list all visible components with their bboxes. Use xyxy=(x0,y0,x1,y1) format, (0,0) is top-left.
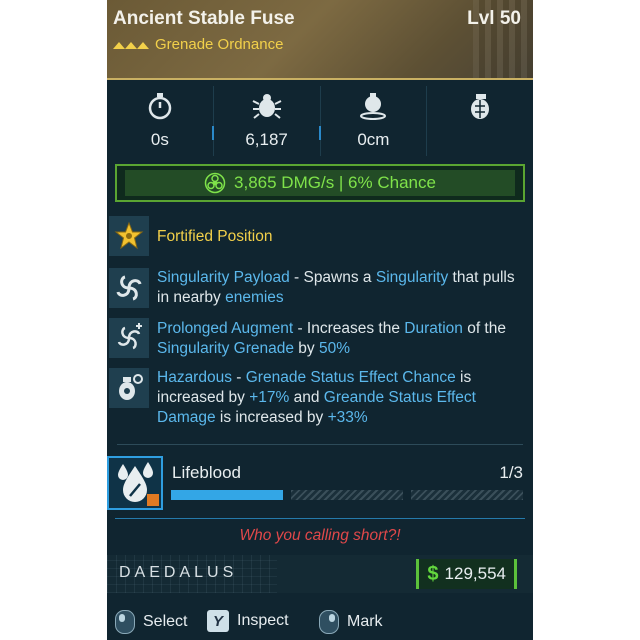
mark-prompt[interactable]: Mark xyxy=(319,610,383,634)
elemental-damage-bar: 3,865 DMG/s | 6% Chance xyxy=(115,164,525,202)
star-medal-icon xyxy=(109,216,149,256)
perk-text-part: - Increases the xyxy=(293,320,405,337)
stopwatch-icon xyxy=(147,92,173,120)
perk-text-part: - xyxy=(231,369,246,386)
stat-value: 0s xyxy=(150,130,169,149)
mod-count: 1/3 xyxy=(499,463,523,482)
control-prompts: Select Y Inspect Mark xyxy=(107,600,533,640)
perk-keyword: Duration xyxy=(404,320,463,337)
elemental-damage-text: 3,865 DMG/s | 6% Chance xyxy=(234,173,436,192)
perk-description: Singularity Payload - Spawns a Singulari… xyxy=(157,268,521,308)
perk-keyword: Grenade Status Effect Chance xyxy=(245,369,456,386)
mod-progress-segment xyxy=(171,490,283,500)
perk-keyword: Singularity xyxy=(375,269,449,286)
perk-keyword: +33% xyxy=(327,409,368,426)
stat-grenade xyxy=(427,86,533,156)
prompt-label: Inspect xyxy=(237,612,289,629)
perk-singularity-payload[interactable]: Singularity Payload - Spawns a Singulari… xyxy=(107,266,533,310)
inspect-prompt[interactable]: Y Inspect xyxy=(207,610,289,632)
perk-text-part: is increased by xyxy=(215,409,328,426)
y-key-icon: Y xyxy=(207,610,229,632)
perk-keyword: +17% xyxy=(249,389,290,406)
stat-fuse-time: 0s xyxy=(107,86,214,156)
perk-hazardous[interactable]: Hazardous - Grenade Status Effect Chance… xyxy=(107,366,533,430)
item-header: Ancient Stable Fuse Lvl 50 Grenade Ordna… xyxy=(107,0,533,80)
perk-keyword: Singularity Grenade xyxy=(157,340,294,357)
rarity-chevrons-icon xyxy=(113,41,149,49)
perk-keyword: 50% xyxy=(318,340,351,357)
item-level: Lvl 50 xyxy=(467,8,521,29)
perk-title: Fortified Position xyxy=(157,228,273,245)
perk-name: Singularity Payload xyxy=(157,269,290,286)
grenade-icon xyxy=(466,92,494,120)
stats-row: 0s 6,187 0cm xyxy=(107,86,533,156)
item-price: $ 129,554 xyxy=(416,559,517,589)
prolonged-singularity-icon xyxy=(109,318,149,358)
stat-damage: 6,187 xyxy=(214,86,321,156)
mouse-left-icon xyxy=(115,610,135,634)
mouse-right-icon xyxy=(319,610,339,634)
perk-text-part: - Spawns a xyxy=(289,269,376,286)
perk-name: Prolonged Augment xyxy=(157,320,294,337)
currency-icon: $ xyxy=(427,562,439,585)
perk-text-part: by xyxy=(294,340,319,357)
mod-progress xyxy=(171,490,523,500)
perk-description: Hazardous - Grenade Status Effect Chance… xyxy=(157,368,521,428)
perk-prolonged-augment[interactable]: Prolonged Augment - Increases the Durati… xyxy=(107,316,533,362)
price-value: 129,554 xyxy=(444,564,506,583)
stat-value: 0cm xyxy=(357,130,390,149)
perk-description: Prolonged Augment - Increases the Durati… xyxy=(157,319,521,359)
stat-radius: 0cm xyxy=(321,86,428,156)
perk-name: Hazardous xyxy=(157,369,232,386)
elemental-damage-inner: 3,865 DMG/s | 6% Chance xyxy=(125,170,515,196)
mod-progress-fill xyxy=(171,490,283,500)
item-type: Grenade Ordnance xyxy=(113,36,283,53)
perk-fortified-position[interactable]: Fortified Position xyxy=(107,216,533,258)
flavor-divider xyxy=(115,518,525,519)
item-type-label: Grenade Ordnance xyxy=(155,36,284,53)
mod-progress-segment xyxy=(291,490,403,500)
prompt-label: Mark xyxy=(347,613,383,630)
item-footer: DAEDALUS $ 129,554 xyxy=(107,555,533,593)
mod-progress-segment xyxy=(411,490,523,500)
prompt-label: Select xyxy=(143,613,188,630)
perk-text-part: and xyxy=(289,389,324,406)
perk-keyword: enemies xyxy=(225,289,284,306)
select-prompt[interactable]: Select xyxy=(115,610,187,634)
grenade-radius-icon xyxy=(358,92,388,120)
flavor-text: Who you calling short?! xyxy=(239,527,401,544)
mod-name: Lifeblood xyxy=(172,463,242,482)
perk-text-part: of the xyxy=(462,320,506,337)
hazardous-grenade-icon xyxy=(109,368,149,408)
lifeblood-drops-icon[interactable] xyxy=(107,456,163,510)
stat-value: 6,187 xyxy=(245,130,288,149)
section-divider xyxy=(117,444,523,445)
bug-enemy-icon xyxy=(252,92,282,120)
biohazard-icon xyxy=(204,172,226,194)
manufacturer-logo: DAEDALUS xyxy=(119,564,238,581)
item-name: Ancient Stable Fuse xyxy=(113,8,295,29)
singularity-icon xyxy=(109,268,149,308)
item-tooltip-card: Ancient Stable Fuse Lvl 50 Grenade Ordna… xyxy=(107,0,533,640)
